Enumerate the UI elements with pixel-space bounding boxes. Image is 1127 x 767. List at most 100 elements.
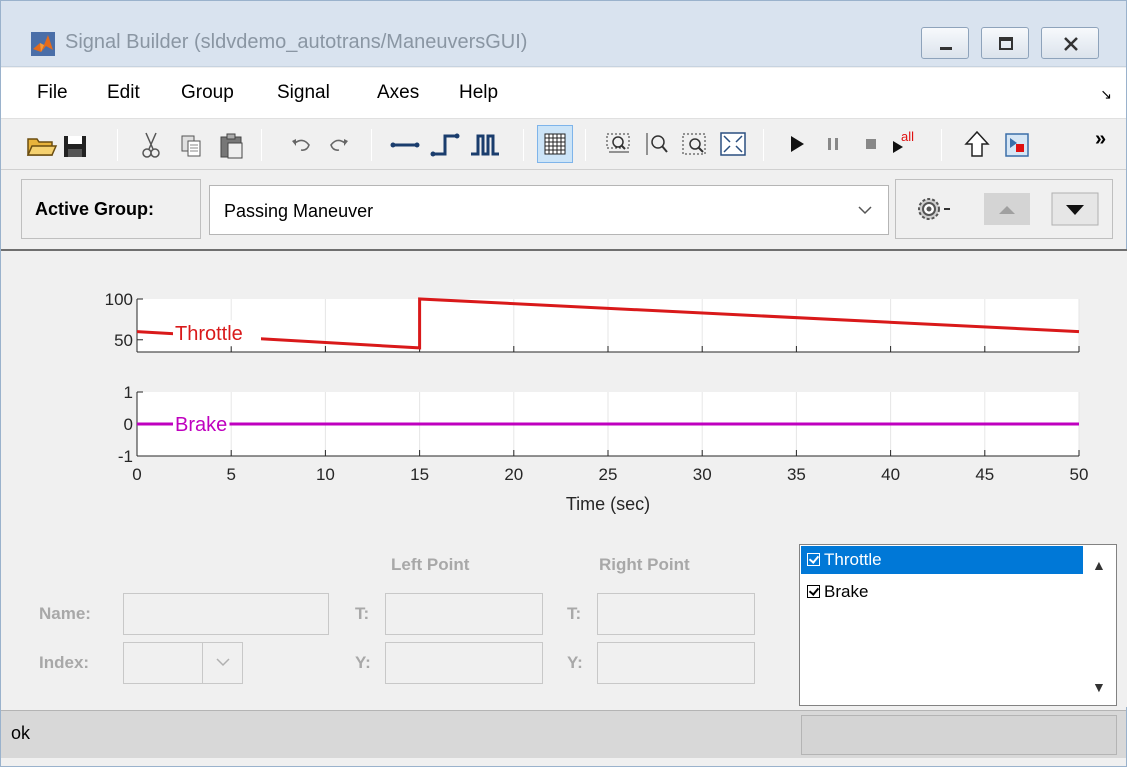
pulse-signal-button[interactable] [467, 125, 503, 163]
toolbar-separator [763, 129, 764, 161]
signal-list-item-brake[interactable]: Brake [801, 578, 1083, 606]
zoom-y-icon [646, 133, 668, 155]
cut-button[interactable] [133, 125, 169, 163]
toolbar-separator [523, 129, 524, 161]
toolbar-separator [117, 129, 118, 161]
scissors-icon [142, 132, 160, 158]
play-icon [791, 136, 804, 152]
menu-edit[interactable]: Edit [107, 82, 140, 104]
right-y-field[interactable] [597, 642, 755, 684]
stop-simulation-button[interactable] [853, 125, 889, 163]
menu-help[interactable]: Help [459, 82, 498, 104]
constant-signal-button[interactable] [387, 125, 423, 163]
redo-button[interactable] [321, 125, 357, 163]
left-point-label: Left Point [391, 555, 470, 574]
title-bar: Signal Builder (sldvdemo_autotrans/Maneu… [1, 1, 1126, 67]
left-t-label: T: [355, 604, 370, 623]
zoom-xy-button[interactable] [677, 125, 713, 163]
start-simulation-button[interactable] [779, 125, 815, 163]
zoom-x-button[interactable] [601, 125, 637, 163]
undo-icon [292, 139, 310, 151]
up-arrow-icon [964, 130, 990, 157]
signal-builder-block-button[interactable] [999, 125, 1035, 163]
zoom-y-button[interactable] [639, 125, 675, 163]
x-tick-label: 45 [975, 465, 994, 484]
grid-icon [544, 133, 566, 155]
menu-axes[interactable]: Axes [377, 82, 419, 104]
block-icon [1005, 133, 1029, 157]
signal-builder-window: Signal Builder (sldvdemo_autotrans/Maneu… [0, 0, 1127, 767]
toolbar-separator [371, 129, 372, 161]
index-select-arrow[interactable] [202, 643, 242, 683]
x-tick-label: 5 [226, 465, 235, 484]
group-settings-button[interactable] [912, 191, 958, 227]
triangle-up-icon [984, 193, 1030, 225]
active-group-select[interactable]: Passing Maneuver [209, 185, 889, 235]
toolbar-separator [585, 129, 586, 161]
fit-to-view-button[interactable] [715, 125, 751, 163]
x-tick-label: 35 [787, 465, 806, 484]
signal-list-scrollbar[interactable]: ▲ ▼ [1084, 545, 1116, 705]
close-icon [1064, 37, 1078, 51]
signal-list[interactable]: Throttle Brake ▲ ▼ [799, 544, 1117, 706]
name-label: Name: [39, 604, 91, 623]
open-folder-icon [26, 138, 58, 156]
chevron-down-icon [858, 206, 872, 215]
show-model-button[interactable] [959, 125, 995, 163]
save-icon [64, 136, 86, 157]
pause-icon [828, 138, 838, 150]
checkbox-icon[interactable] [807, 585, 820, 598]
status-right-panel [801, 715, 1117, 755]
redo-icon [330, 139, 348, 151]
scroll-up-icon[interactable]: ▲ [1092, 557, 1106, 573]
move-group-down-button[interactable] [1050, 191, 1100, 227]
menu-group[interactable]: Group [181, 82, 234, 104]
minimize-button[interactable] [921, 27, 969, 59]
step-signal-icon [430, 133, 460, 157]
run-all-button[interactable]: all [887, 125, 923, 163]
checkbox-icon[interactable] [807, 553, 820, 566]
paste-button[interactable] [213, 125, 249, 163]
open-button[interactable] [23, 125, 59, 163]
paste-icon [220, 133, 243, 159]
constant-signal-icon [390, 142, 420, 148]
menu-bar: File Edit Group Signal Axes Help ↘ [1, 68, 1126, 118]
triangle-down-icon [1051, 192, 1099, 226]
index-select[interactable] [123, 642, 243, 684]
maximize-icon [999, 37, 1013, 50]
x-tick-label: 0 [132, 465, 141, 484]
save-button[interactable] [57, 125, 93, 163]
maximize-button[interactable] [981, 27, 1029, 59]
scroll-down-icon[interactable]: ▼ [1092, 679, 1106, 695]
toolbar-more-button[interactable]: » [1095, 125, 1121, 163]
pause-simulation-button[interactable] [815, 125, 851, 163]
signal-list-item-throttle[interactable]: Throttle [801, 546, 1083, 574]
step-signal-button[interactable] [427, 125, 463, 163]
undo-button[interactable] [283, 125, 319, 163]
move-group-up-button[interactable] [982, 191, 1032, 227]
menu-file[interactable]: File [37, 82, 68, 104]
toolbar-separator [261, 129, 262, 161]
copy-button[interactable] [173, 125, 209, 163]
close-button[interactable] [1041, 27, 1099, 59]
left-y-field[interactable] [385, 642, 543, 684]
signal-axes[interactable]: 50100Throttle-101Brake0 5 10 15 20 25 30 35 40 45… [1, 251, 1127, 551]
y-tick-label: 100 [105, 290, 133, 309]
stop-icon [866, 139, 876, 149]
series-label-brake: Brake [175, 414, 227, 436]
y-tick-label: 1 [124, 383, 133, 402]
x-tick-label: 25 [599, 465, 618, 484]
x-tick-label: 20 [504, 465, 523, 484]
active-group-label-box: Active Group: [21, 179, 201, 239]
toolbar-separator [941, 129, 942, 161]
left-t-field[interactable] [385, 593, 543, 635]
name-field[interactable] [123, 593, 329, 635]
svg-text:all: all [901, 129, 914, 144]
menu-overflow-icon[interactable]: ↘ [1100, 86, 1112, 103]
x-tick-label: 15 [410, 465, 429, 484]
menu-signal[interactable]: Signal [277, 82, 330, 104]
grid-toggle-button[interactable] [537, 125, 573, 163]
series-label-throttle: Throttle [175, 323, 243, 345]
right-t-field[interactable] [597, 593, 755, 635]
chevron-down-icon [216, 658, 230, 667]
